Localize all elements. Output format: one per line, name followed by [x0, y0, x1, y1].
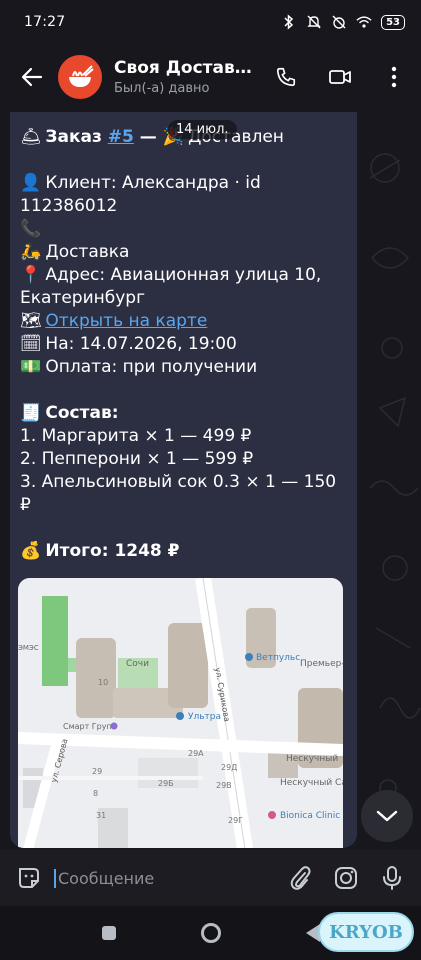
order-item: 2. Пепперони × 1 — 599 ₽: [20, 449, 254, 469]
address-city: Екатеринбург: [20, 288, 146, 308]
map-poi-label: ЭМЭС: [18, 644, 39, 652]
calendar-icon: 🗓: [20, 334, 42, 354]
phone-receiver-icon: 📞: [20, 219, 42, 239]
order-item: 1. Маргарита × 1 — 499 ₽: [20, 426, 252, 446]
map-icon: 🗺: [20, 311, 42, 331]
map-poi-label: Ветпульс: [256, 653, 300, 663]
scroll-to-bottom-button[interactable]: [361, 790, 413, 842]
voice-record-button[interactable]: [377, 863, 407, 893]
status-time: 17:27: [24, 14, 66, 30]
date-pill: 14 июл.: [168, 120, 237, 139]
instagram-camera-icon: [335, 867, 357, 889]
map-house-number: 29В: [216, 781, 232, 790]
square-icon: [101, 926, 116, 940]
open-map-link[interactable]: Открыть на карте: [45, 311, 207, 331]
order-message-bubble[interactable]: 🛎 Заказ #5 — 🎉 Доставлен 👤 Клиент: Алекс…: [10, 112, 357, 848]
map-poi-label: Премьер-2: [300, 659, 343, 669]
client-text: Клиент: Александра · id: [45, 173, 261, 193]
money-icon: 💵: [20, 357, 42, 377]
alarm-off-icon: [331, 14, 347, 30]
chat-title: Своя Достав...: [114, 58, 254, 78]
phone-icon: [276, 67, 296, 87]
payment-text: Оплата: при получении: [45, 357, 258, 377]
order-item: 3. Апельсиновый сок 0.3 × 1 — 150: [20, 472, 337, 492]
map-link-line: 🗺 Открыть на карте: [20, 310, 347, 333]
map-poi-label: Смарт Групп: [63, 722, 117, 731]
user-icon: 👤: [20, 173, 42, 193]
map-poi-label: Сочи: [126, 659, 149, 669]
map-house-number: 29Б: [158, 779, 174, 788]
video-camera-icon: [329, 70, 351, 84]
map-poi-label: Нескучный Сад: [280, 778, 343, 788]
noodle-bowl-icon: [69, 65, 94, 87]
recent-apps-button[interactable]: [94, 918, 124, 948]
sticker-icon: [19, 868, 39, 888]
composition-title: Состав:: [45, 403, 119, 423]
total-line: 💰 Итого: 1248 ₽: [20, 540, 347, 563]
status-icons: 53: [281, 14, 405, 30]
map-house-number: 10: [98, 678, 108, 687]
payment-line: 💵 Оплата: при получении: [20, 356, 347, 379]
phone-line: 📞: [20, 218, 347, 241]
order-prefix: Заказ: [45, 127, 108, 147]
map-house-number: 29Г: [228, 816, 243, 825]
composition-line: 🧾 Состав:: [20, 402, 347, 425]
bell-icon: 🛎: [20, 127, 42, 147]
map-poi-label: Нескучный: [286, 754, 338, 764]
call-button[interactable]: [259, 55, 313, 99]
wifi-icon: [356, 14, 372, 30]
arrow-left-icon: [21, 67, 43, 87]
more-vertical-icon: [391, 66, 397, 88]
map-house-number: 29: [92, 767, 102, 776]
map-poi-label: Bionica Clinic: [280, 811, 340, 821]
park-area: [42, 596, 68, 686]
more-menu-button[interactable]: [367, 55, 421, 99]
map-house-number: 8: [93, 789, 98, 798]
chat-header: Своя Достав... Был(-а) давно: [0, 44, 421, 110]
chat-subtitle: Был(-а) давно: [114, 81, 210, 96]
delivery-text: Доставка: [45, 242, 130, 262]
camera-button[interactable]: [331, 863, 361, 893]
date-text: На: 14.07.2026, 19:00: [45, 334, 237, 354]
receipt-icon: 🧾: [20, 403, 42, 423]
video-call-button[interactable]: [313, 55, 367, 99]
chevron-down-icon: [376, 810, 398, 822]
order-dash: —: [133, 127, 163, 147]
message-composer: [0, 850, 421, 906]
back-button[interactable]: [14, 59, 50, 95]
microphone-icon: [383, 866, 401, 890]
watermark-logo: KRYOB: [318, 912, 414, 952]
date-line: 🗓 На: 14.07.2026, 19:00: [20, 333, 347, 356]
pin-icon: 📍: [20, 265, 42, 285]
map-preview[interactable]: ул. Сурикова ул. Серова Сочи Ветпульс Пр…: [18, 578, 343, 848]
attach-button[interactable]: [285, 863, 315, 893]
order-hashtag-link[interactable]: #5: [108, 127, 134, 147]
status-bar: 17:27 53: [0, 0, 421, 44]
message-input[interactable]: [54, 868, 274, 888]
bluetooth-icon: [281, 14, 297, 30]
map-house-number: 31: [96, 811, 106, 820]
order-item: ₽: [20, 495, 31, 515]
circle-icon: [200, 923, 221, 943]
client-id: 112386012: [20, 196, 118, 216]
chat-title-block[interactable]: Своя Достав... Был(-а) давно: [114, 58, 254, 96]
map-house-number: 29А: [188, 749, 204, 758]
paperclip-icon: [290, 866, 311, 890]
address-line: 📍 Адрес: Авиационная улица 10,: [20, 264, 347, 287]
avatar[interactable]: [58, 55, 102, 99]
sticker-button[interactable]: [14, 863, 44, 893]
delivery-line: 🛵 Доставка: [20, 241, 347, 264]
mute-icon: [306, 14, 322, 30]
building: [76, 638, 116, 718]
client-line: 👤 Клиент: Александра · id: [20, 172, 347, 195]
map-poi-label: Ультра: [188, 712, 221, 722]
map-house-number: 29Д: [221, 763, 237, 772]
total-text: Итого: 1248 ₽: [45, 541, 180, 561]
home-button[interactable]: [196, 918, 226, 948]
address-text: Адрес: Авиационная улица 10,: [45, 265, 322, 285]
scooter-icon: 🛵: [20, 242, 42, 262]
battery-indicator: 53: [381, 14, 405, 30]
money-bag-icon: 💰: [20, 541, 42, 561]
